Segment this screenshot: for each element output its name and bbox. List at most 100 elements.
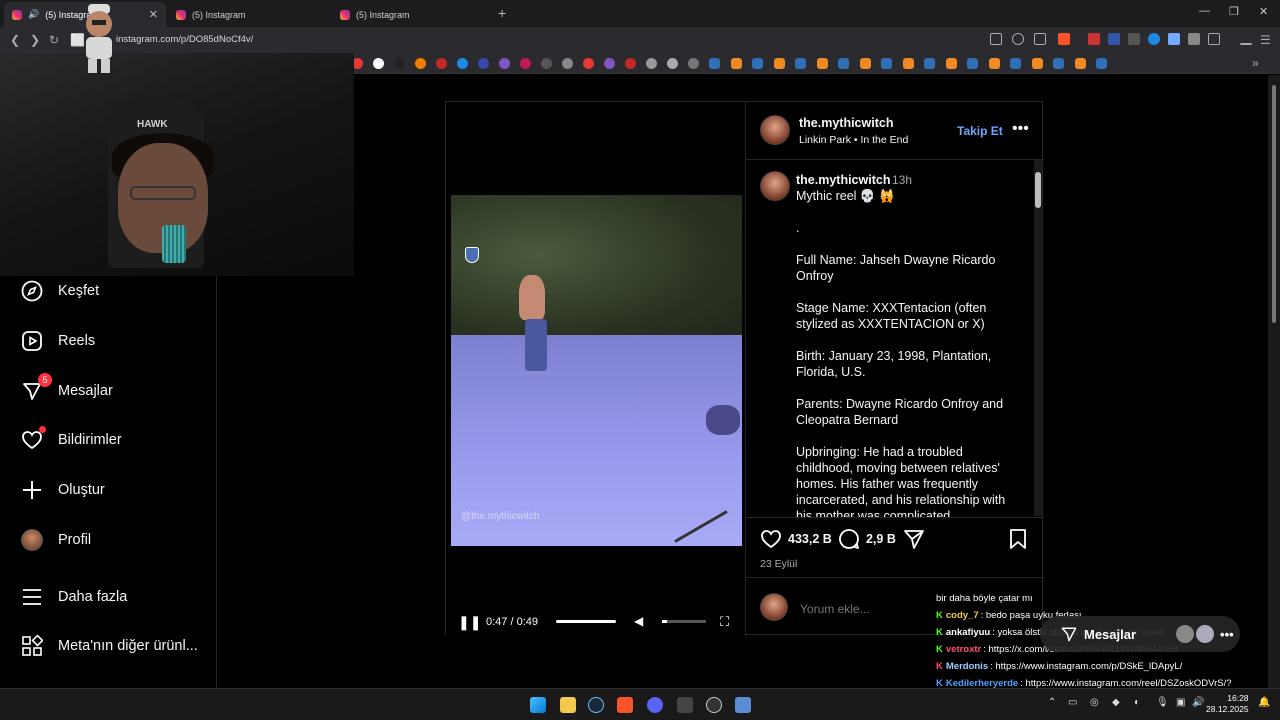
bookmark-favicon-icon[interactable] bbox=[1031, 58, 1043, 69]
windows-start-icon[interactable] bbox=[530, 697, 546, 713]
sidebar-item-more[interactable]: Daha fazla bbox=[20, 584, 127, 610]
back-icon[interactable]: ❮ bbox=[10, 33, 20, 47]
sidebar-item-messages[interactable]: 5 Mesajlar bbox=[20, 373, 113, 404]
bookmark-favicon-icon[interactable] bbox=[838, 58, 849, 69]
caption-scrollbar[interactable] bbox=[1034, 160, 1042, 516]
bookmark-favicon-icon[interactable] bbox=[436, 58, 447, 69]
volume-slider[interactable] bbox=[662, 620, 706, 623]
steam-icon[interactable] bbox=[988, 58, 1000, 69]
sidebar-item-create[interactable]: Oluştur bbox=[20, 477, 105, 503]
page-scrollbar[interactable] bbox=[1268, 75, 1280, 688]
reload-icon[interactable]: ↻ bbox=[49, 33, 59, 47]
more-bookmarks-icon[interactable]: » bbox=[1252, 56, 1259, 70]
extension-icon[interactable] bbox=[1148, 33, 1160, 45]
close-tab-icon[interactable]: ✕ bbox=[149, 8, 158, 21]
bookmark-favicon-icon[interactable] bbox=[752, 58, 763, 69]
bookmark-favicon-icon[interactable] bbox=[499, 58, 510, 69]
scrollbar-thumb[interactable] bbox=[1272, 85, 1276, 323]
video-progress-bar[interactable] bbox=[556, 620, 616, 623]
bookmark-favicon-icon[interactable] bbox=[604, 58, 615, 69]
microphone-icon[interactable]: 🎙 bbox=[1156, 697, 1169, 708]
comment-input[interactable] bbox=[800, 602, 920, 616]
app-icon[interactable] bbox=[677, 697, 693, 713]
bookmark-favicon-icon[interactable] bbox=[541, 58, 552, 69]
system-clock[interactable]: 16:28 28.12.2025 bbox=[1206, 693, 1249, 715]
bookmark-favicon-icon[interactable] bbox=[816, 58, 828, 69]
bookmark-favicon-icon[interactable] bbox=[1010, 58, 1021, 69]
sidebar-item-profile[interactable]: Profil bbox=[20, 527, 91, 553]
notification-icon[interactable]: 🔔 bbox=[1258, 697, 1270, 708]
like-button[interactable]: 433,2 B bbox=[760, 528, 832, 550]
bookmark-favicon-icon[interactable] bbox=[478, 58, 489, 69]
network-icon[interactable]: ▣ bbox=[1176, 697, 1185, 708]
brave-icon[interactable] bbox=[617, 697, 633, 713]
restore-button[interactable]: ❐ bbox=[1229, 5, 1239, 18]
tray-icon[interactable]: ▭ bbox=[1068, 697, 1077, 708]
follow-button[interactable]: Takip Et bbox=[957, 124, 1003, 138]
bookmark-favicon-icon[interactable] bbox=[945, 58, 957, 69]
tray-icon[interactable]: ◎ bbox=[1090, 697, 1099, 708]
discord-icon[interactable] bbox=[647, 697, 663, 713]
app-icon[interactable] bbox=[735, 697, 751, 713]
bookmark-favicon-icon[interactable] bbox=[625, 58, 636, 69]
tray-chevron-icon[interactable]: ⌃ bbox=[1048, 697, 1056, 708]
bookmark-favicon-icon[interactable] bbox=[562, 58, 573, 69]
sidebar-item-reels[interactable]: Reels bbox=[20, 328, 95, 354]
save-button[interactable] bbox=[1008, 528, 1028, 550]
volume-icon[interactable]: 🔊 bbox=[1192, 697, 1204, 708]
fullscreen-icon[interactable]: ⛶ bbox=[720, 614, 729, 630]
close-window-button[interactable]: ✕ bbox=[1259, 5, 1268, 18]
share-button[interactable] bbox=[903, 528, 925, 550]
bookmark-favicon-icon[interactable] bbox=[457, 58, 468, 69]
bookmark-favicon-icon[interactable] bbox=[667, 58, 678, 69]
extension-icon[interactable] bbox=[1088, 33, 1100, 45]
speaker-icon[interactable]: 🔊 bbox=[28, 9, 39, 20]
caption-username[interactable]: the.mythicwitch bbox=[796, 173, 890, 187]
avatar[interactable] bbox=[760, 171, 790, 201]
extension-icon[interactable] bbox=[1128, 33, 1140, 45]
tab-instagram-3[interactable]: (5) Instagram bbox=[332, 2, 494, 27]
bookmark-favicon-icon[interactable] bbox=[967, 58, 978, 69]
more-options-icon[interactable]: ••• bbox=[1012, 120, 1029, 138]
forward-icon[interactable]: ❯ bbox=[30, 33, 40, 47]
sidebar-item-notifications[interactable]: Bildirimler bbox=[20, 426, 122, 453]
menu-icon[interactable]: ☰ bbox=[1260, 33, 1271, 47]
bookmark-favicon-icon[interactable] bbox=[646, 58, 657, 69]
steam-icon[interactable] bbox=[795, 58, 806, 69]
bookmark-favicon-icon[interactable] bbox=[1074, 58, 1086, 69]
steam-icon[interactable] bbox=[1053, 58, 1064, 69]
steam-icon[interactable] bbox=[730, 58, 742, 69]
cast-icon[interactable] bbox=[990, 33, 1002, 45]
extension-icon[interactable] bbox=[1188, 33, 1200, 45]
bookmark-favicon-icon[interactable] bbox=[373, 58, 384, 69]
volume-icon[interactable]: ◀ bbox=[634, 614, 643, 628]
messages-pill[interactable]: Mesajlar ••• bbox=[1040, 616, 1240, 652]
bookmark-favicon-icon[interactable] bbox=[773, 58, 785, 69]
bookmark-favicon-icon[interactable] bbox=[688, 58, 699, 69]
bookmark-favicon-icon[interactable] bbox=[881, 58, 892, 69]
tab-instagram-2[interactable]: (5) Instagram bbox=[168, 2, 330, 27]
post-username[interactable]: the.mythicwitch bbox=[799, 116, 893, 130]
tray-icon[interactable]: ◆ bbox=[1112, 697, 1120, 708]
file-explorer-icon[interactable] bbox=[560, 697, 576, 713]
tray-icon[interactable]: ◐ bbox=[1134, 697, 1140, 708]
bookmark-favicon-icon[interactable] bbox=[520, 58, 531, 69]
sidebar-item-explore[interactable]: Keşfet bbox=[20, 278, 99, 304]
extension-icon[interactable] bbox=[1108, 33, 1120, 45]
sidebar-item-meta-apps[interactable]: Meta'nın diğer ürünl... bbox=[20, 633, 198, 659]
url-field[interactable]: instagram.com/p/DO85dNoCf4v/ bbox=[116, 34, 253, 45]
avatar[interactable] bbox=[760, 115, 790, 145]
bookmark-favicon-icon[interactable] bbox=[415, 58, 426, 69]
minimize-button[interactable]: — bbox=[1199, 5, 1210, 17]
extension-icon[interactable] bbox=[1168, 33, 1180, 45]
steam-icon[interactable] bbox=[924, 58, 935, 69]
share-icon[interactable] bbox=[1034, 33, 1046, 45]
bookmark-favicon-icon[interactable] bbox=[902, 58, 914, 69]
post-audio[interactable]: Linkin Park • In the End bbox=[799, 134, 908, 146]
bookmark-favicon-icon[interactable] bbox=[583, 58, 594, 69]
video-frame[interactable]: @the.mythicwitch bbox=[451, 195, 742, 546]
steam-icon[interactable] bbox=[859, 58, 871, 69]
pause-icon[interactable]: ❚❚ bbox=[458, 614, 481, 631]
new-tab-button[interactable]: + bbox=[498, 5, 506, 21]
scrollbar-thumb[interactable] bbox=[1035, 172, 1041, 208]
